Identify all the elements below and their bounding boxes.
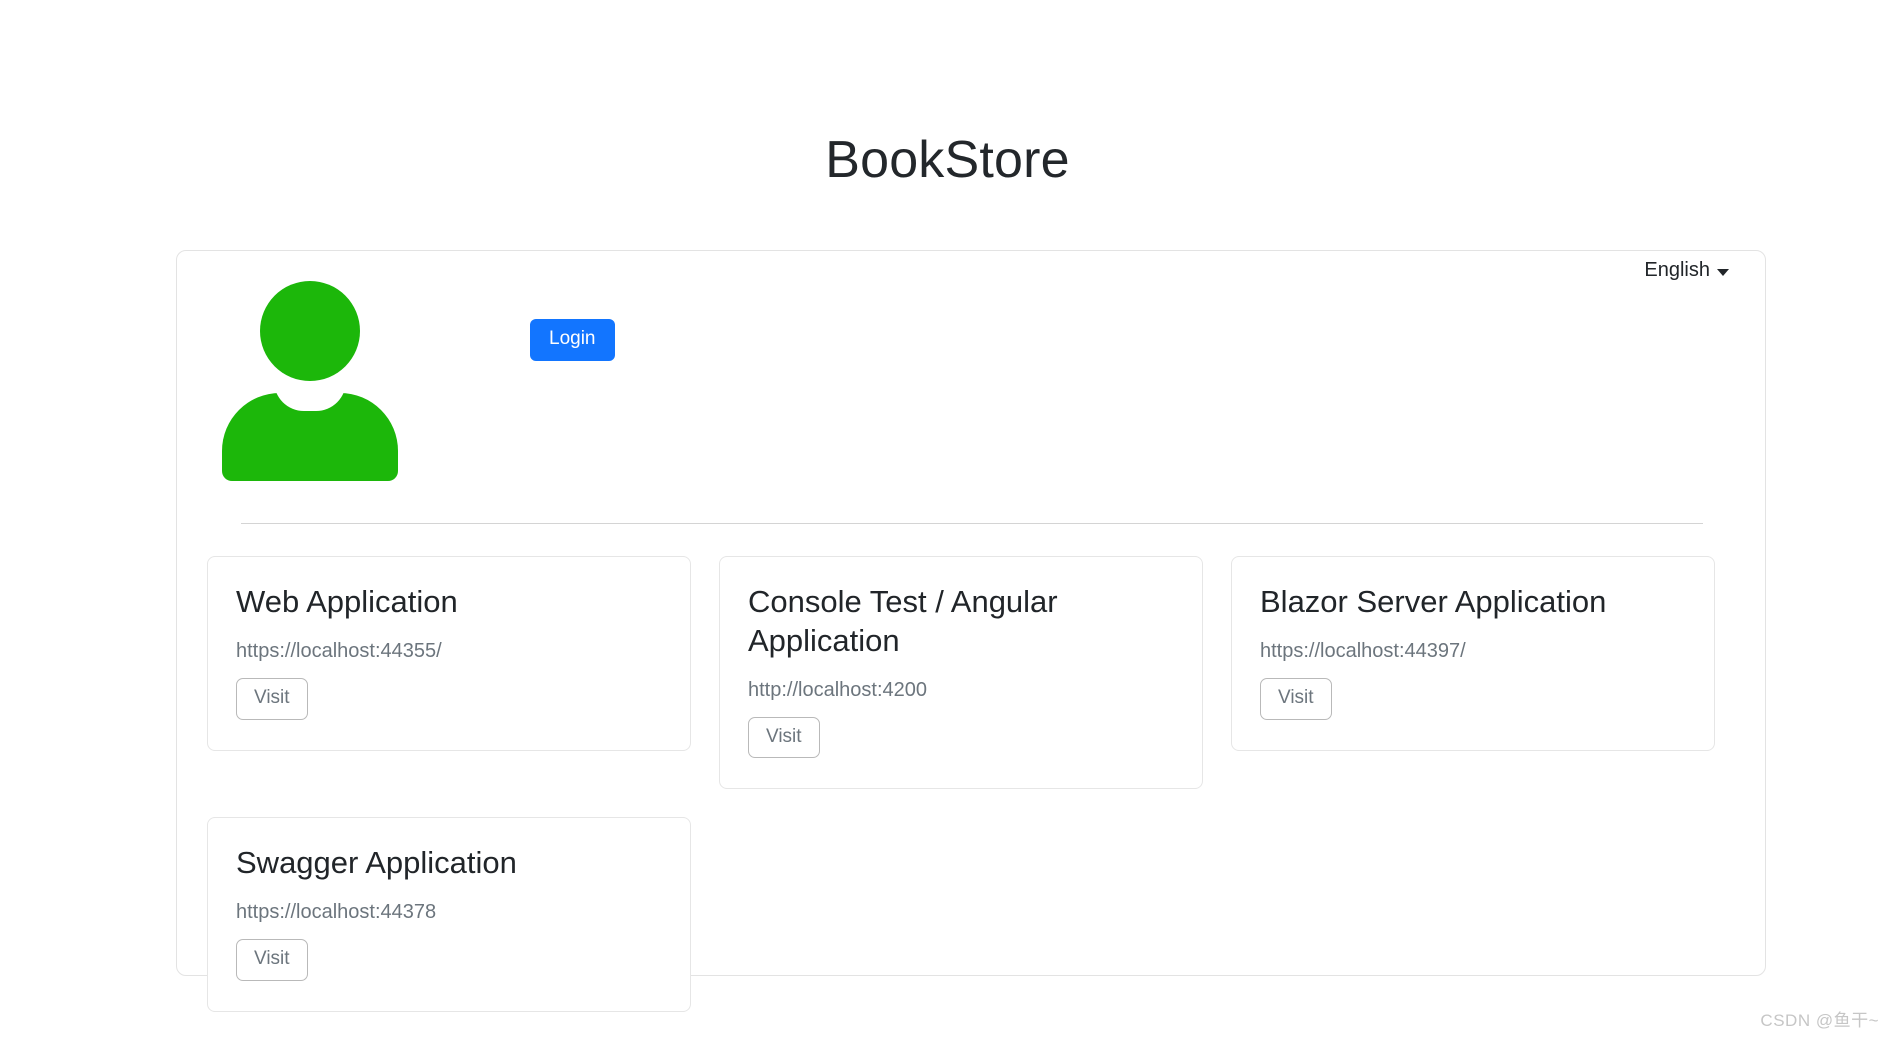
application-card-title: Blazor Server Application bbox=[1260, 584, 1607, 619]
application-card-title: Console Test / Angular Application bbox=[748, 584, 1058, 658]
main-panel: Login English Web Application https://lo… bbox=[176, 250, 1766, 1012]
page-title: BookStore bbox=[825, 131, 1070, 189]
avatar-head-shape bbox=[260, 281, 360, 381]
user-avatar-icon bbox=[222, 281, 398, 481]
application-card: Console Test / Angular Application http:… bbox=[719, 556, 1203, 790]
visit-button[interactable]: Visit bbox=[236, 939, 308, 981]
application-card-url: https://localhost:44397/ bbox=[1260, 639, 1466, 662]
watermark: CSDN @鱼干~ bbox=[1760, 1011, 1879, 1030]
application-card-url: https://localhost:44378 bbox=[236, 901, 437, 924]
application-card-title: Web Application bbox=[236, 584, 458, 619]
application-card-url: http://localhost:4200 bbox=[748, 678, 928, 701]
visit-button[interactable]: Visit bbox=[236, 677, 308, 720]
application-card-url: https://localhost:44355/ bbox=[236, 639, 442, 662]
section-divider bbox=[241, 523, 1703, 524]
visit-button[interactable]: Visit bbox=[748, 716, 820, 759]
account-bar: Login English bbox=[177, 251, 1765, 499]
language-selector[interactable]: English bbox=[1644, 259, 1729, 282]
application-card-title: Swagger Application bbox=[236, 845, 517, 881]
application-card: Blazor Server Application https://localh… bbox=[1231, 556, 1715, 751]
application-card: Web Application https://localhost:44355/… bbox=[207, 556, 691, 751]
chevron-down-icon bbox=[1717, 268, 1729, 276]
login-button[interactable]: Login bbox=[530, 319, 615, 361]
application-card-grid: Web Application https://localhost:44355/… bbox=[207, 556, 1735, 1012]
language-selector-label: English bbox=[1644, 259, 1710, 281]
application-card: Swagger Application https://localhost:44… bbox=[207, 817, 691, 1012]
visit-button[interactable]: Visit bbox=[1260, 677, 1332, 720]
